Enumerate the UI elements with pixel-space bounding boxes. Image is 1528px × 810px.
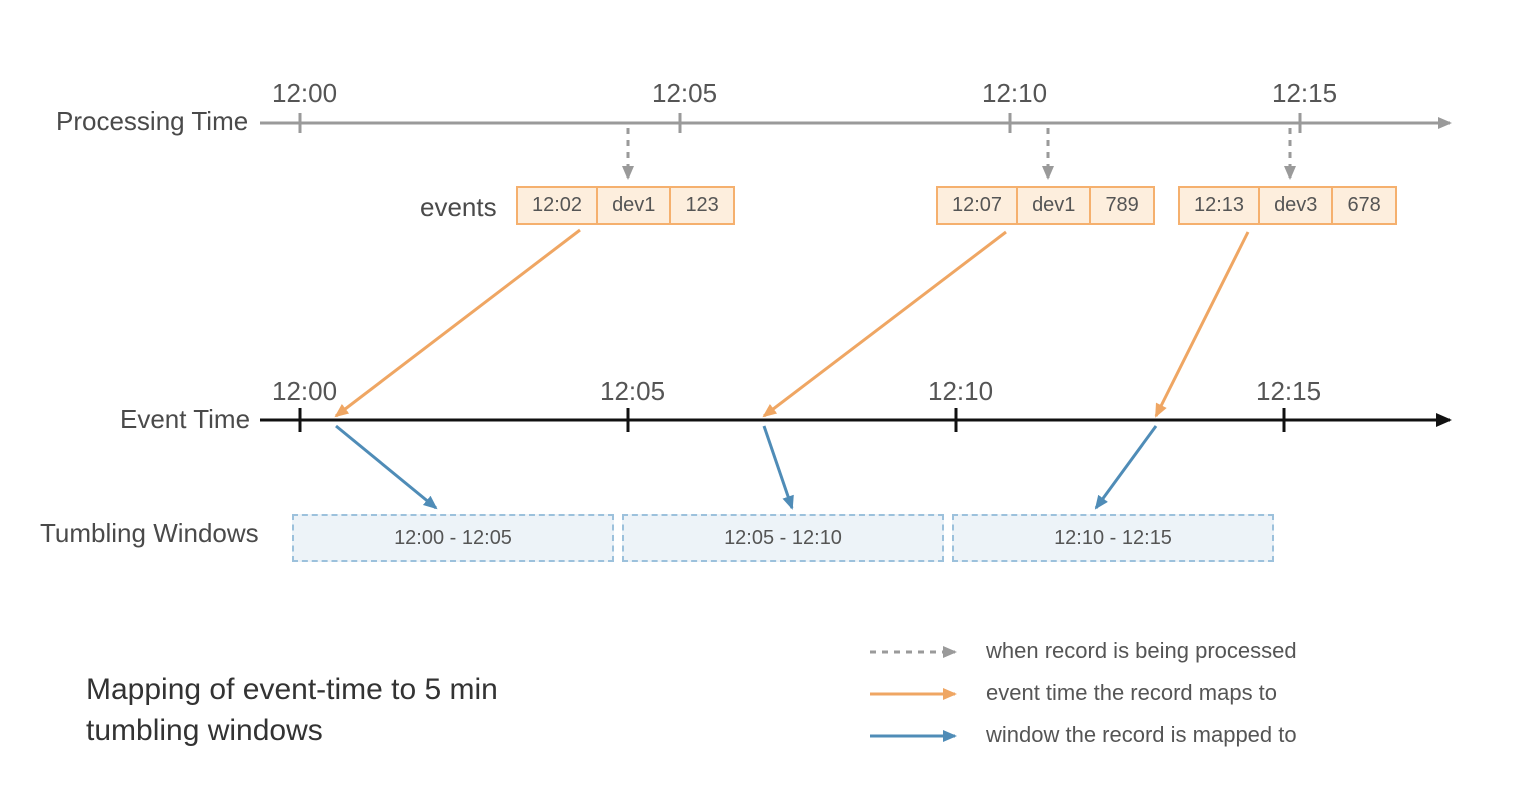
event-value-cell: 789	[1091, 188, 1152, 223]
event-device-cell: dev3	[1260, 188, 1333, 223]
events-label: events	[420, 192, 497, 223]
evt-tick-3: 12:15	[1256, 376, 1321, 407]
title-line-2: tumbling windows	[86, 714, 323, 747]
event-value-cell: 678	[1333, 188, 1394, 223]
tumbling-windows-label: Tumbling Windows	[40, 518, 259, 549]
evt-tick-0: 12:00	[272, 376, 337, 407]
evt-tick-2: 12:10	[928, 376, 993, 407]
event-value-cell: 123	[671, 188, 732, 223]
event-record-2: 12:13 dev3 678	[1178, 186, 1397, 225]
proc-tick-3: 12:15	[1272, 78, 1337, 109]
event-record-0: 12:02 dev1 123	[516, 186, 735, 225]
event-time-cell: 12:02	[518, 188, 598, 223]
diagram-root: Processing Time Event Time Tumbling Wind…	[0, 0, 1528, 810]
proc-tick-2: 12:10	[982, 78, 1047, 109]
tumbling-window-2: 12:10 - 12:15	[952, 514, 1274, 562]
event-time-cell: 12:07	[938, 188, 1018, 223]
event-time-label: Event Time	[120, 404, 250, 435]
processing-time-label: Processing Time	[56, 106, 248, 137]
tumbling-window-1: 12:05 - 12:10	[622, 514, 944, 562]
event-device-cell: dev1	[598, 188, 671, 223]
proc-tick-0: 12:00	[272, 78, 337, 109]
title-line-1: Mapping of event-time to 5 min	[86, 673, 498, 706]
event-record-1: 12:07 dev1 789	[936, 186, 1155, 225]
legend-window: window the record is mapped to	[986, 722, 1297, 748]
proc-tick-1: 12:05	[652, 78, 717, 109]
event-time-cell: 12:13	[1180, 188, 1260, 223]
evt-tick-1: 12:05	[600, 376, 665, 407]
diagram-title: Mapping of event-time to 5 min tumbling …	[86, 670, 498, 751]
legend-processed: when record is being processed	[986, 638, 1297, 664]
legend-event-time: event time the record maps to	[986, 680, 1277, 706]
window-range-label: 12:05 - 12:10	[724, 527, 842, 550]
event-device-cell: dev1	[1018, 188, 1091, 223]
tumbling-window-0: 12:00 - 12:05	[292, 514, 614, 562]
window-range-label: 12:00 - 12:05	[394, 527, 512, 550]
window-range-label: 12:10 - 12:15	[1054, 527, 1172, 550]
